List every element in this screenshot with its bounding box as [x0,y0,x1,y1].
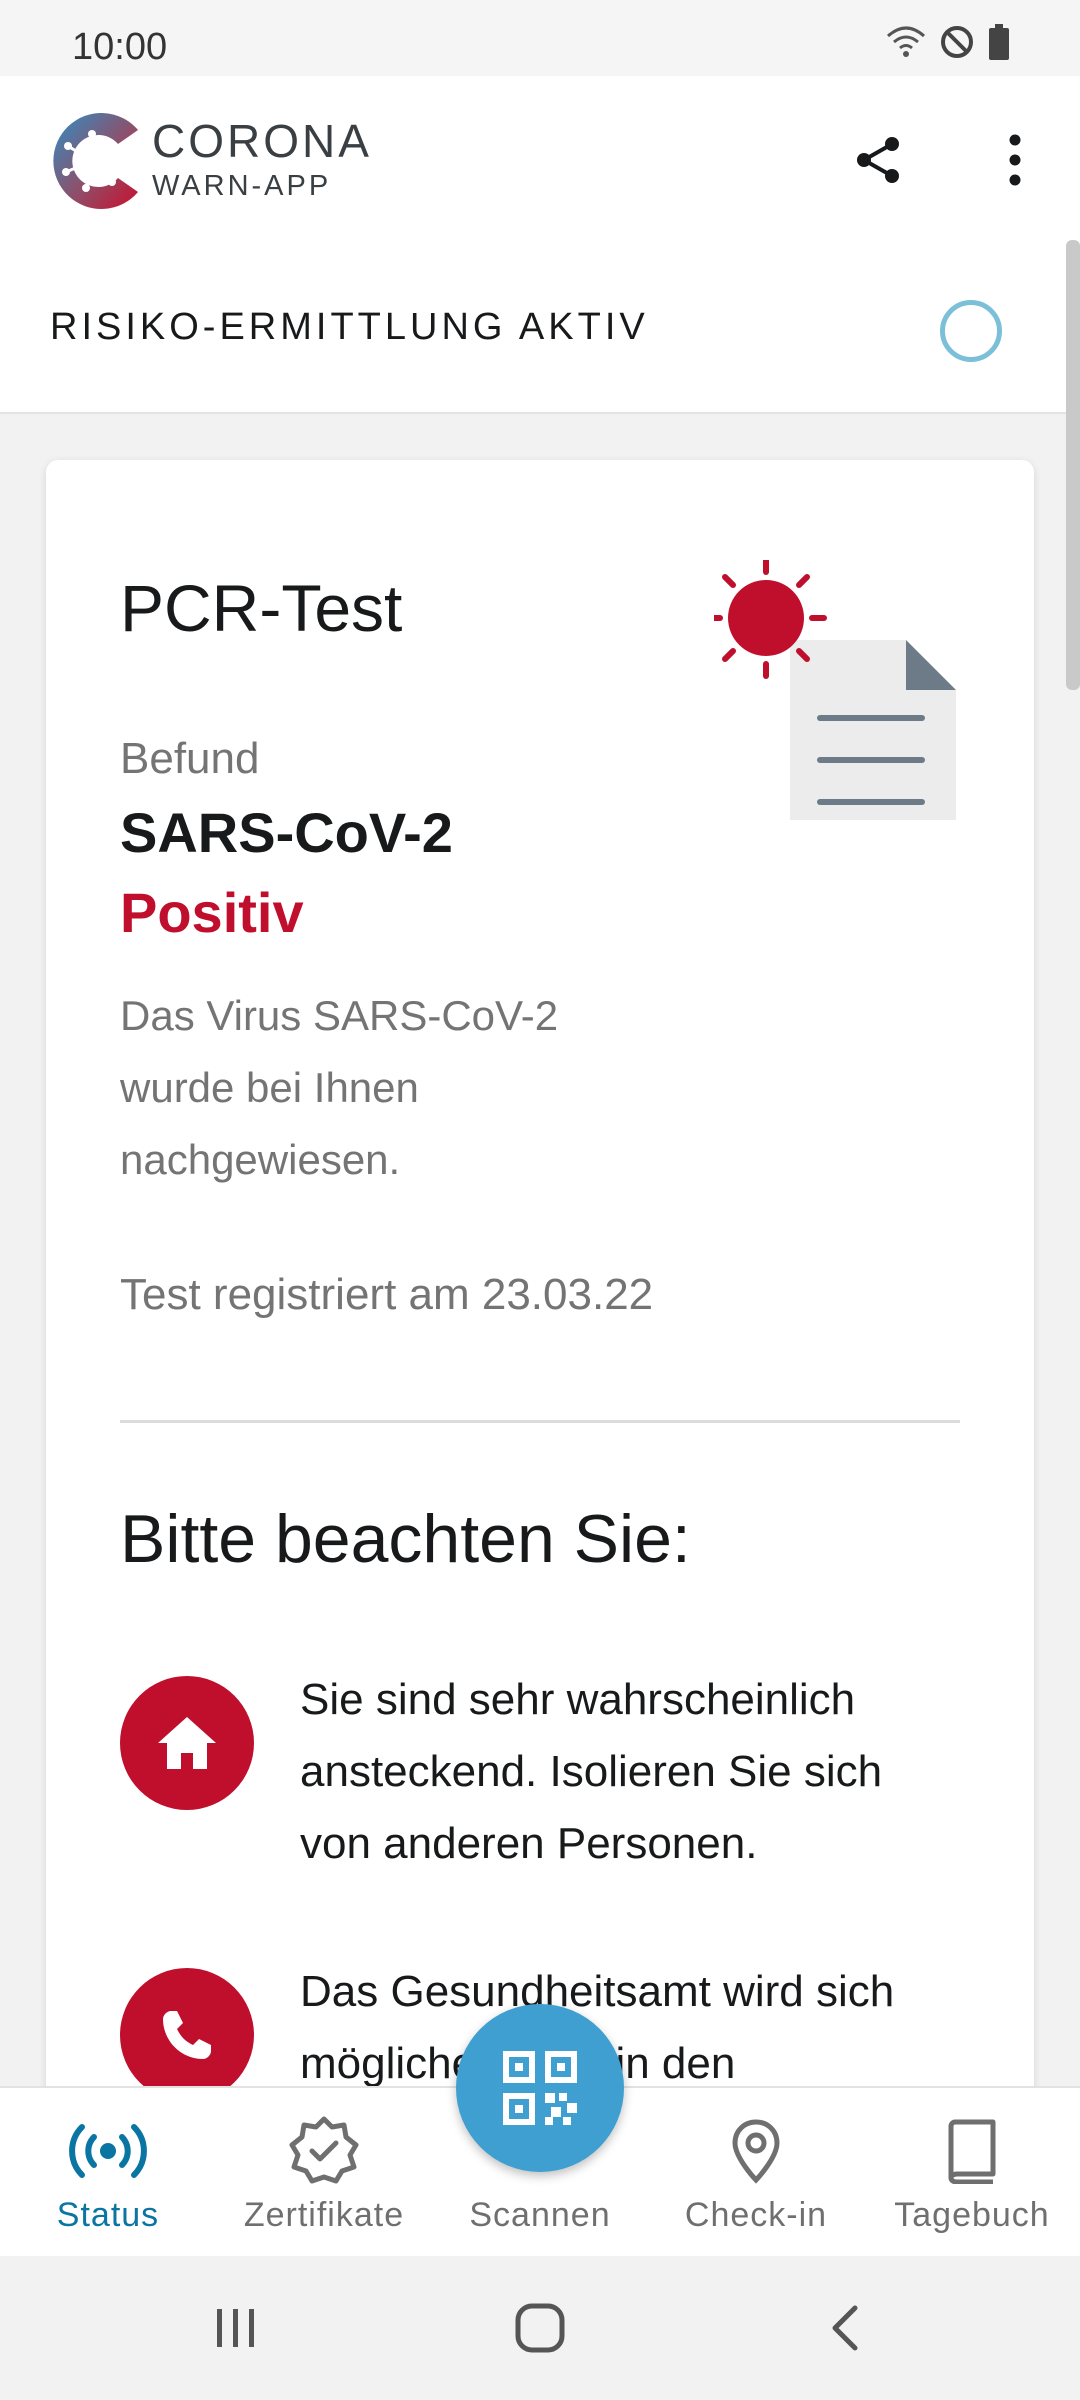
book-icon [948,2119,996,2184]
tab-zertifikate[interactable]: Zertifikate [216,2088,432,2258]
card-title: PCR-Test [120,571,403,645]
tab-scannen-label: Scannen [469,2196,611,2234]
battery-icon [989,24,1009,60]
home-icon [120,1676,254,1810]
qr-scan-icon [503,2051,577,2125]
notice-text-isolation: Sie sind sehr wahrscheinlich ansteckend.… [300,1675,883,1868]
tab-status[interactable]: Status [0,2088,216,2258]
status-bar: 10:00 [0,0,1080,76]
risk-status-label: RISIKO-ERMITTLUNG AKTIV [50,306,649,348]
test-result-card[interactable]: PCR-Test Befund SARS-CoV-2 Positiv Das V… [46,460,1034,2160]
registration-date: Test registriert am 23.03.22 [120,1270,654,1319]
do-not-disturb-icon [941,26,973,58]
tab-check-in-label: Check-in [684,2196,828,2234]
app-header: CORONA WARN-APP [0,76,1080,242]
phone-icon [120,1968,254,2102]
result-description: Das Virus SARS-CoV-2 wurde bei Ihnen nac… [120,992,559,1183]
tab-check-in[interactable]: Check-in [648,2088,864,2258]
more-options-icon[interactable] [990,132,1040,188]
app-brand: CORONA WARN-APP [152,114,372,203]
befund-label: Befund [120,734,260,783]
status-icons [886,24,1010,60]
recent-apps-icon[interactable] [210,2296,262,2360]
risk-progress-ring-icon [940,300,1002,362]
status-icon [69,2124,147,2178]
tab-zertifikate-label: Zertifikate [243,2196,405,2234]
positive-test-document-icon [714,560,956,820]
test-result: Positiv [120,881,304,944]
wifi-icon [887,26,925,57]
brand-title: CORONA [152,115,372,167]
location-pin-icon [732,2119,780,2184]
virus-name: SARS-CoV-2 [120,801,453,864]
tab-tagebuch-label: Tagebuch [894,2196,1050,2234]
scan-qr-button[interactable] [456,2004,624,2172]
card-divider [120,1420,960,1423]
notice-title: Bitte beachten Sie: [120,1501,691,1577]
back-button-icon[interactable] [818,2296,870,2360]
tab-tagebuch[interactable]: Tagebuch [864,2088,1080,2258]
system-navigation-bar [0,2256,1080,2400]
tab-status-label: Status [56,2196,160,2234]
home-button-icon[interactable] [508,2296,572,2360]
brand-subtitle: WARN-APP [152,170,332,202]
risk-status-row[interactable]: RISIKO-ERMITTLUNG AKTIV [0,242,1080,414]
share-icon[interactable] [850,132,906,188]
notice-text-health-office: Das Gesundheitsamt wird sich möglicherwe… [300,1967,895,2088]
status-time: 10:00 [72,26,168,68]
certificate-icon [289,2116,359,2184]
scrollbar[interactable] [1066,240,1080,690]
corona-warn-app-logo [53,113,138,209]
